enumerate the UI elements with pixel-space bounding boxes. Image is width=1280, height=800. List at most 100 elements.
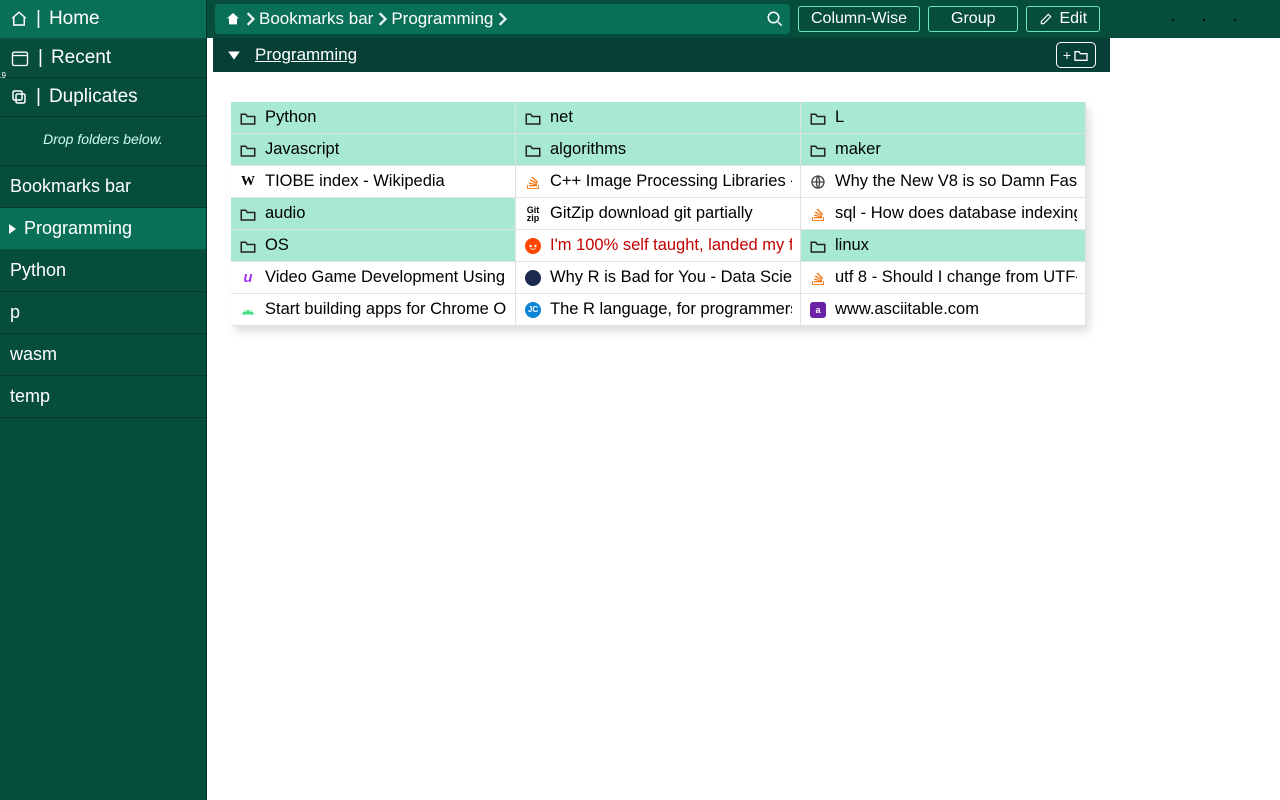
bookmark-label: Video Game Development Using Unity <box>265 268 507 287</box>
udemy-icon: u <box>239 269 257 287</box>
more-menu-icon[interactable]: · · · <box>1170 9 1248 30</box>
section-header: Programming + <box>213 38 1110 72</box>
chevron-right-icon <box>377 12 387 26</box>
tree-item-bookmarks-bar[interactable]: Bookmarks bar <box>0 166 206 208</box>
bookmark-label: GitZip download git partially <box>550 204 753 223</box>
folder-label: algorithms <box>550 140 626 159</box>
folder-icon <box>239 141 257 159</box>
bookmark-column: net algorithms C++ Image Processing Librar… <box>516 102 801 326</box>
bookmark-item[interactable]: I'm 100% self taught, landed my first jo <box>516 230 801 262</box>
copy-icon <box>10 88 28 106</box>
folder-icon <box>809 109 827 127</box>
bookmark-label: The R language, for programmers <box>550 300 792 319</box>
stack-icon <box>809 205 827 223</box>
bookmark-label: www.asciitable.com <box>835 300 979 319</box>
bookmark-column: Lmaker Why the New V8 is so Damn Fast - N… <box>801 102 1086 326</box>
stack-icon <box>809 269 827 287</box>
folder-label: maker <box>835 140 881 159</box>
bookmark-item[interactable]: Start building apps for Chrome OS | A <box>231 294 516 326</box>
folder-label: audio <box>265 204 305 223</box>
bookmark-item[interactable]: Why the New V8 is so Damn Fast - No <box>801 166 1086 198</box>
folder-item[interactable]: Python <box>231 102 516 134</box>
folder-label: Javascript <box>265 140 339 159</box>
folder-label: Python <box>265 108 316 127</box>
chevron-right-icon <box>245 12 255 26</box>
breadcrumb-home-icon[interactable] <box>225 11 241 27</box>
tree-item-python[interactable]: Python <box>0 250 206 292</box>
folder-item[interactable]: linux <box>801 230 1086 262</box>
section-title[interactable]: Programming <box>255 45 357 65</box>
tree-item-p[interactable]: p <box>0 292 206 334</box>
bookmark-label: C++ Image Processing Libraries - Stack <box>550 172 792 191</box>
group-button[interactable]: Group <box>928 6 1018 32</box>
bookmark-label: sql - How does database indexing work <box>835 204 1077 223</box>
bookmark-item[interactable]: W TIOBE index - Wikipedia <box>231 166 516 198</box>
reddit-icon <box>524 237 542 255</box>
sidebar-drop-hint: Drop folders below. <box>0 117 206 166</box>
topbar: Bookmarks bar Programming Column-Wise Gr… <box>207 0 1280 38</box>
main: Bookmarks bar Programming Column-Wise Gr… <box>207 0 1280 800</box>
folder-item[interactable]: OS <box>231 230 516 262</box>
folder-icon <box>524 141 542 159</box>
folder-item[interactable]: net <box>516 102 801 134</box>
sidebar: | Home 19 | Recent | Duplicates Drop fol… <box>0 0 207 800</box>
sidebar-recent[interactable]: 19 | Recent <box>0 39 206 78</box>
folder-icon <box>239 237 257 255</box>
folder-icon <box>809 237 827 255</box>
bookmark-label: Why the New V8 is so Damn Fast - No <box>835 172 1077 191</box>
bookmark-label: Why R is Bad for You - Data Science C <box>550 268 792 287</box>
globe-icon <box>809 173 827 191</box>
bookmark-item[interactable]: awww.asciitable.com <box>801 294 1086 326</box>
breadcrumb-item[interactable]: Bookmarks bar <box>259 9 373 29</box>
plus-icon: + <box>1063 47 1071 63</box>
bookmark-label: TIOBE index - Wikipedia <box>265 172 445 191</box>
folder-icon <box>239 109 257 127</box>
bookmark-item[interactable]: Gitzip GitZip download git partially <box>516 198 801 230</box>
tree-item-wasm[interactable]: wasm <box>0 334 206 376</box>
bookmark-label: I'm 100% self taught, landed my first jo <box>550 236 792 255</box>
folder-label: L <box>835 108 844 127</box>
bookmark-item[interactable]: u Video Game Development Using Unity <box>231 262 516 294</box>
edit-button[interactable]: Edit <box>1026 6 1100 32</box>
stack-icon <box>524 173 542 191</box>
pencil-icon <box>1039 12 1053 26</box>
search-icon[interactable] <box>766 10 784 28</box>
new-folder-button[interactable]: + <box>1056 42 1096 68</box>
folder-label: net <box>550 108 573 127</box>
folder-item[interactable]: maker <box>801 134 1086 166</box>
home-icon <box>10 10 28 28</box>
bookmark-label: Start building apps for Chrome OS | A <box>265 300 507 319</box>
gitzip-icon: Gitzip <box>524 205 542 223</box>
view-mode-button[interactable]: Column-Wise <box>798 6 920 32</box>
jc-icon: JC <box>524 301 542 319</box>
breadcrumb: Bookmarks bar Programming <box>215 4 790 34</box>
tree-item-temp[interactable]: temp <box>0 376 206 418</box>
bookmark-label: utf 8 - Should I change from UTF-8 to <box>835 268 1077 287</box>
folder-item[interactable]: algorithms <box>516 134 801 166</box>
sidebar-duplicates-label: Duplicates <box>49 86 138 108</box>
breadcrumb-item[interactable]: Programming <box>391 9 493 29</box>
caret-right-icon <box>8 223 18 235</box>
sidebar-home-label: Home <box>49 8 100 30</box>
folder-item[interactable]: audio <box>231 198 516 230</box>
folder-icon <box>239 205 257 223</box>
bookmark-item[interactable]: Why R is Bad for You - Data Science C <box>516 262 801 294</box>
bookmark-item[interactable]: C++ Image Processing Libraries - Stack <box>516 166 801 198</box>
folder-icon <box>809 141 827 159</box>
bookmark-item[interactable]: JC The R language, for programmers <box>516 294 801 326</box>
wiki-icon: W <box>239 173 257 191</box>
bookmark-columns: Python Javascript W TIOBE index - Wikipedia… <box>231 102 1086 326</box>
folder-icon <box>1073 48 1089 62</box>
bookmark-item[interactable]: sql - How does database indexing work <box>801 198 1086 230</box>
bookmark-item[interactable]: utf 8 - Should I change from UTF-8 to <box>801 262 1086 294</box>
folder-item[interactable]: Javascript <box>231 134 516 166</box>
sidebar-recent-label: Recent <box>51 47 111 69</box>
folder-label: linux <box>835 236 869 255</box>
folder-item[interactable]: L <box>801 102 1086 134</box>
bookmark-column: Python Javascript W TIOBE index - Wikipedia… <box>231 102 516 326</box>
caret-down-icon[interactable] <box>227 49 241 61</box>
tree-item-programming[interactable]: Programming <box>0 208 206 250</box>
chevron-right-icon <box>497 12 507 26</box>
sidebar-home[interactable]: | Home <box>0 0 206 39</box>
sidebar-duplicates[interactable]: | Duplicates <box>0 78 206 117</box>
